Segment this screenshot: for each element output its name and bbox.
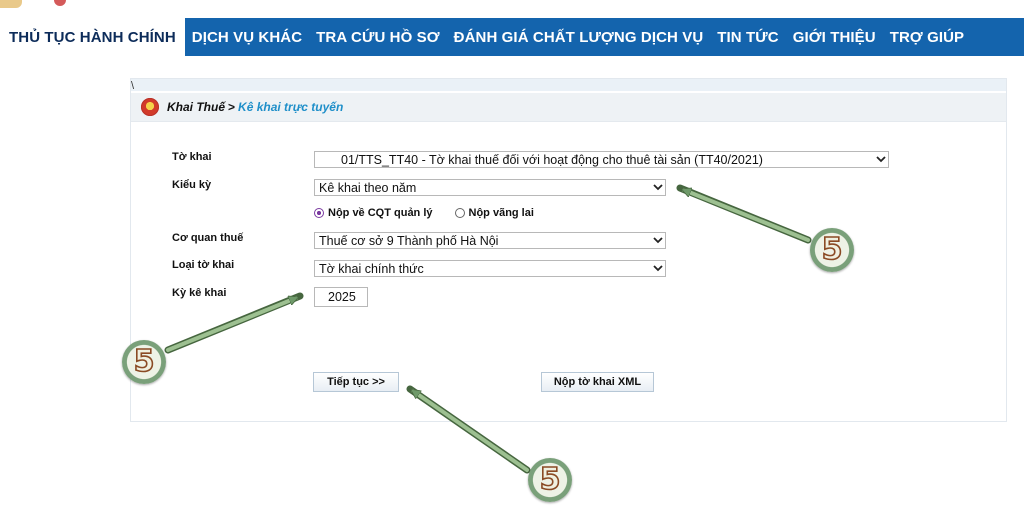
main-nav: THỦ TỤC HÀNH CHÍNH DỊCH VỤ KHÁC TRA CỨU … (0, 18, 1024, 56)
ky-ke-khai-label: Kỳ kê khai (172, 287, 227, 299)
nav-item-tin-tuc[interactable]: TIN TỨC (710, 18, 785, 56)
co-quan-thue-value: Thuế cơ sở 9 Thành phố Hà Nội (319, 233, 499, 248)
co-quan-thue-select[interactable]: Thuế cơ sở 9 Thành phố Hà Nội (314, 232, 666, 249)
kieu-ky-label: Kiểu kỳ (172, 179, 212, 191)
kieu-ky-select[interactable]: Kê khai theo năm (314, 179, 666, 196)
breadcrumb-separator: > (228, 100, 236, 114)
radio-nop-ve-cqt-label[interactable]: Nộp về CQT quản lý (328, 207, 433, 219)
logo-fragment-red (54, 0, 66, 6)
declaration-panel: \ Khai Thuế > Kê khai trực tuyến Tờ khai… (130, 78, 1007, 422)
chevron-down-icon (874, 151, 888, 168)
loai-to-khai-select[interactable]: Tờ khai chính thức (314, 260, 666, 277)
loai-to-khai-value: Tờ khai chính thức (319, 261, 424, 276)
breadcrumb: Khai Thuế > Kê khai trực tuyến (131, 93, 1006, 122)
nav-item-gioi-thieu[interactable]: GIỚI THIỆU (786, 18, 883, 56)
submission-type-radio-group: Nộp về CQT quản lý Nộp vãng lai (314, 207, 556, 219)
submit-xml-button[interactable]: Nộp tờ khai XML (541, 372, 654, 392)
loai-to-khai-label: Loại tờ khai (172, 259, 235, 271)
to-khai-select[interactable]: 01/TTS_TT40 - Tờ khai thuế đối với hoạt … (314, 151, 889, 168)
stray-backslash: \ (131, 80, 135, 92)
ky-ke-khai-value: 2025 (328, 290, 356, 304)
annotation-badge-left: 5 (122, 340, 166, 384)
to-khai-value: 01/TTS_TT40 - Tờ khai thuế đối với hoạt … (341, 152, 763, 167)
nav-item-tro-giup[interactable]: TRỢ GIÚP (883, 18, 971, 56)
nav-item-dich-vu-khac[interactable]: DỊCH VỤ KHÁC (185, 18, 309, 56)
radio-nop-vang-lai-label[interactable]: Nộp vãng lai (469, 207, 534, 219)
nav-item-thu-tuc-hanh-chinh[interactable]: THỦ TỤC HÀNH CHÍNH (0, 18, 185, 56)
chevron-down-icon (651, 179, 665, 196)
radio-nop-ve-cqt[interactable] (314, 208, 324, 218)
breadcrumb-current[interactable]: Kê khai trực tuyến (238, 100, 343, 114)
radio-nop-vang-lai[interactable] (454, 208, 465, 218)
annotation-badge-bottom: 5 (528, 458, 572, 502)
co-quan-thue-label: Cơ quan thuế (172, 232, 244, 244)
continue-button[interactable]: Tiếp tục >> (313, 372, 399, 392)
national-emblem-icon (141, 98, 159, 116)
header-logo-strip (0, 0, 1024, 18)
chevron-down-icon (651, 260, 665, 277)
ky-ke-khai-input[interactable]: 2025 (314, 287, 368, 307)
chevron-down-icon (651, 232, 665, 249)
nav-item-tra-cuu-ho-so[interactable]: TRA CỨU HỒ SƠ (309, 18, 446, 56)
nav-item-danh-gia-chat-luong[interactable]: ĐÁNH GIÁ CHẤT LƯỢNG DỊCH VỤ (447, 18, 711, 56)
kieu-ky-value: Kê khai theo năm (319, 180, 417, 195)
to-khai-label: Tờ khai (172, 151, 212, 163)
breadcrumb-khai-thue[interactable]: Khai Thuế (167, 100, 225, 114)
annotation-badge-top: 5 (810, 228, 854, 272)
panel-top-bar (131, 79, 1006, 91)
logo-fragment (0, 0, 22, 8)
